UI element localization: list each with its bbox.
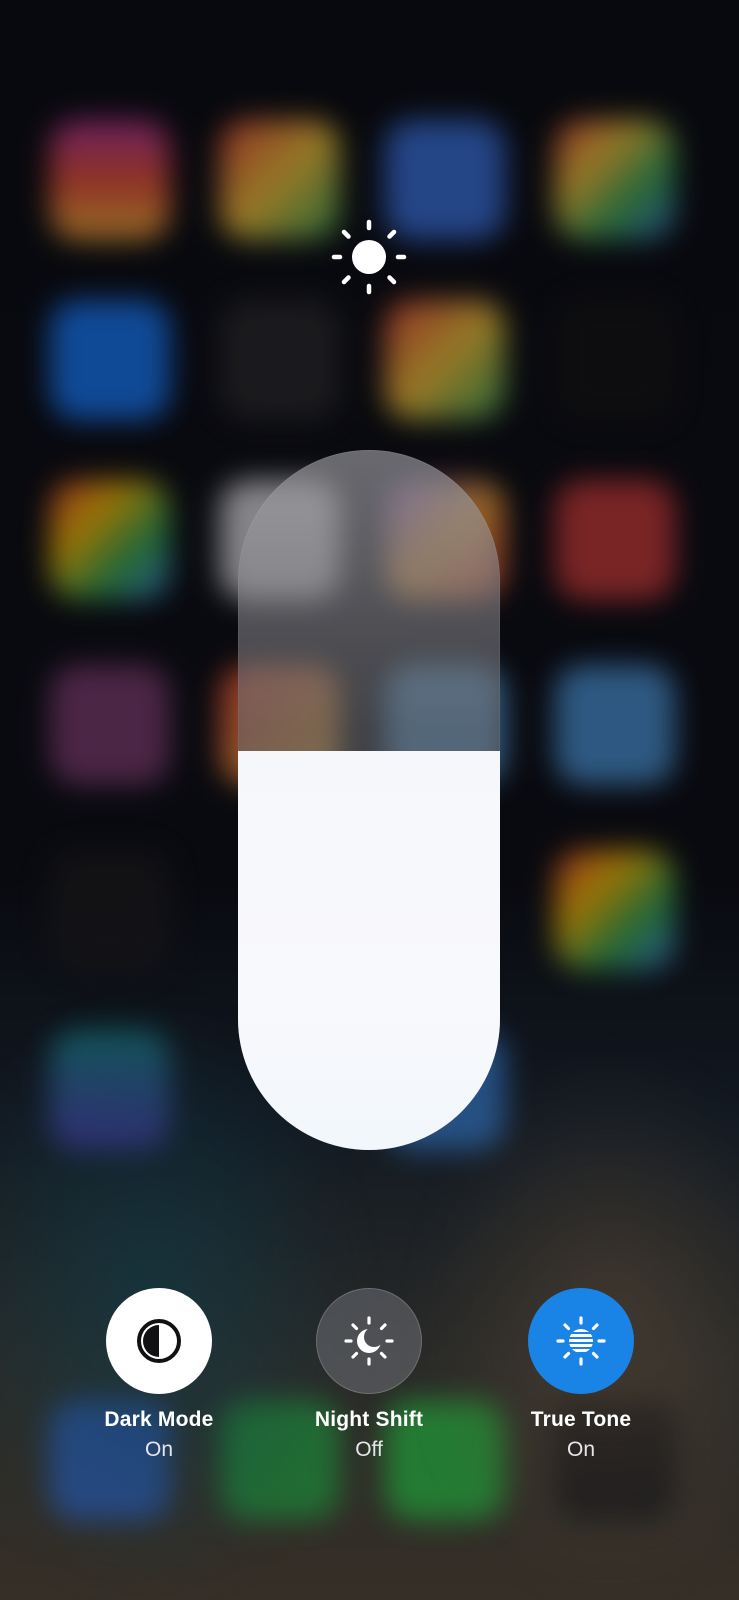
true-tone-icon — [556, 1316, 606, 1366]
dark-mode-title: Dark Mode — [104, 1408, 214, 1431]
true-tone-title: True Tone — [530, 1408, 632, 1431]
true-tone-button[interactable] — [528, 1288, 634, 1394]
night-shift-toggle: Night Shift Off — [279, 1288, 459, 1462]
night-shift-state: Off — [355, 1438, 383, 1461]
brightness-slider[interactable] — [238, 450, 500, 1150]
sun-icon — [331, 219, 407, 295]
dark-mode-state: On — [144, 1438, 173, 1461]
night-shift-button[interactable] — [316, 1288, 422, 1394]
night-shift-icon — [344, 1316, 394, 1366]
control-center-screen: Dark Mode On Night Shift Off True Tone O… — [0, 0, 739, 1600]
true-tone-state: On — [566, 1438, 595, 1461]
dark-mode-button[interactable] — [106, 1288, 212, 1394]
slider-fill — [238, 751, 500, 1150]
dark-mode-toggle: Dark Mode On — [69, 1288, 249, 1462]
dark-mode-icon — [137, 1319, 181, 1363]
true-tone-toggle: True Tone On — [491, 1288, 671, 1462]
night-shift-title: Night Shift — [314, 1408, 424, 1431]
display-toggles: Dark Mode On Night Shift Off True Tone O… — [0, 1288, 739, 1478]
